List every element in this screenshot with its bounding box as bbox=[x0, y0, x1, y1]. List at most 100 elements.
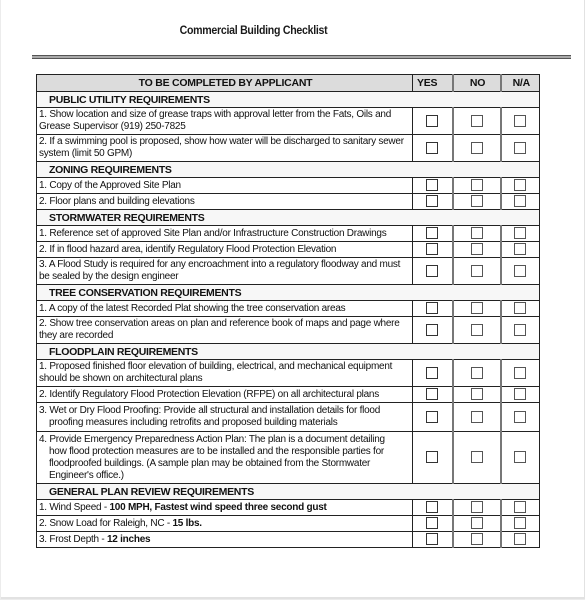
na-checkbox[interactable] bbox=[514, 323, 527, 336]
no-checkbox[interactable] bbox=[470, 517, 483, 530]
table-row: 2. Show tree conservation areas on plan … bbox=[36, 316, 540, 344]
item-description: 1. Show location and size of grease trap… bbox=[36, 107, 413, 135]
item-text-continued: proofing measures including retrofits an… bbox=[49, 417, 338, 428]
na-checkbox[interactable] bbox=[514, 114, 527, 127]
table-row: 4. Provide Emergency Preparedness Action… bbox=[36, 431, 540, 484]
no-checkbox[interactable] bbox=[470, 533, 483, 546]
item-description: 2. Floor plans and building elevations bbox=[36, 193, 413, 210]
header-yes: YES bbox=[412, 74, 453, 92]
section-title: PUBLIC UTILITY REQUIREMENTS bbox=[36, 91, 540, 108]
no-checkbox[interactable] bbox=[470, 451, 483, 464]
section-header-general-plan-review: GENERAL PLAN REVIEW REQUIREMENTS bbox=[36, 483, 540, 500]
yes-checkbox[interactable] bbox=[426, 410, 439, 423]
yes-checkbox[interactable] bbox=[426, 501, 439, 514]
section-header-floodplain: FLOODPLAIN REQUIREMENTS bbox=[36, 343, 540, 360]
item-description: 1. Wind Speed - 100 MPH, Fastest wind sp… bbox=[36, 499, 413, 516]
no-checkbox[interactable] bbox=[470, 243, 483, 256]
table-row: 2. Snow Load for Raleigh, NC - 15 lbs. bbox=[36, 515, 540, 532]
yes-checkbox[interactable] bbox=[426, 264, 439, 277]
yes-checkbox[interactable] bbox=[426, 323, 439, 336]
table-row: 2. Identify Regulatory Flood Protection … bbox=[36, 386, 540, 403]
section-title: ZONING REQUIREMENTS bbox=[36, 161, 540, 178]
checklist-table: TO BE COMPLETED BY APPLICANT YES NO N/A … bbox=[36, 74, 540, 548]
na-checkbox[interactable] bbox=[514, 410, 527, 423]
item-description: 2. Snow Load for Raleigh, NC - 15 lbs. bbox=[36, 515, 413, 532]
no-checkbox[interactable] bbox=[470, 179, 483, 192]
na-checkbox[interactable] bbox=[514, 264, 527, 277]
table-row: 1. Copy of the Approved Site Plan bbox=[36, 177, 540, 194]
table-row: 1. Proposed finished floor elevation of … bbox=[36, 359, 540, 387]
table-row: 3. Frost Depth - 12 inches bbox=[36, 531, 540, 548]
table-row: 3. A Flood Study is required for any enc… bbox=[36, 257, 540, 285]
section-title: TREE CONSERVATION REQUIREMENTS bbox=[36, 284, 540, 301]
no-checkbox[interactable] bbox=[470, 114, 483, 127]
yes-checkbox[interactable] bbox=[426, 366, 439, 379]
na-checkbox[interactable] bbox=[514, 302, 527, 315]
table-row: 2. If in flood hazard area, identify Reg… bbox=[36, 241, 540, 258]
section-header-tree-conservation: TREE CONSERVATION REQUIREMENTS bbox=[36, 284, 540, 301]
na-checkbox[interactable] bbox=[514, 533, 527, 546]
yes-checkbox[interactable] bbox=[426, 517, 439, 530]
no-checkbox[interactable] bbox=[470, 141, 483, 154]
item-label: 2. Snow Load for Raleigh, NC - bbox=[39, 517, 173, 529]
table-row: 3. Wet or Dry Flood Proofing: Provide al… bbox=[36, 402, 540, 432]
section-title: FLOODPLAIN REQUIREMENTS bbox=[36, 343, 540, 360]
yes-checkbox[interactable] bbox=[426, 227, 439, 240]
yes-checkbox[interactable] bbox=[426, 141, 439, 154]
na-checkbox[interactable] bbox=[514, 517, 527, 530]
item-description: 1. Reference set of approved Site Plan a… bbox=[36, 225, 413, 242]
section-title: GENERAL PLAN REVIEW REQUIREMENTS bbox=[36, 483, 540, 500]
yes-checkbox[interactable] bbox=[426, 533, 439, 546]
na-checkbox[interactable] bbox=[514, 227, 527, 240]
item-description: 1. Proposed finished floor elevation of … bbox=[36, 359, 413, 387]
yes-checkbox[interactable] bbox=[426, 179, 439, 192]
item-value: 12 inches bbox=[107, 533, 151, 545]
table-row: 1. Wind Speed - 100 MPH, Fastest wind sp… bbox=[36, 499, 540, 516]
yes-checkbox[interactable] bbox=[426, 195, 439, 208]
no-checkbox[interactable] bbox=[470, 302, 483, 315]
table-row: 1. Show location and size of grease trap… bbox=[36, 107, 540, 135]
section-header-zoning: ZONING REQUIREMENTS bbox=[36, 161, 540, 178]
item-description: 4. Provide Emergency Preparedness Action… bbox=[36, 431, 413, 484]
item-description: 2. Identify Regulatory Flood Protection … bbox=[36, 386, 413, 403]
na-checkbox[interactable] bbox=[514, 366, 527, 379]
header-na: N/A bbox=[499, 74, 540, 92]
table-row: 2. If a swimming pool is proposed, show … bbox=[36, 134, 540, 162]
table-row: 1. Reference set of approved Site Plan a… bbox=[36, 225, 540, 242]
item-description: 3. Wet or Dry Flood Proofing: Provide al… bbox=[36, 402, 413, 432]
item-text-first-line: 3. Wet or Dry Flood Proofing: Provide al… bbox=[39, 405, 381, 416]
no-checkbox[interactable] bbox=[470, 323, 483, 336]
title-divider bbox=[32, 55, 571, 59]
yes-checkbox[interactable] bbox=[426, 243, 439, 256]
item-description: 1. A copy of the latest Recorded Plat sh… bbox=[36, 300, 413, 317]
item-label: 3. Frost Depth - bbox=[39, 533, 107, 545]
item-description: 3. A Flood Study is required for any enc… bbox=[36, 257, 413, 285]
item-label: 1. Wind Speed - bbox=[39, 501, 110, 513]
na-checkbox[interactable] bbox=[514, 501, 527, 514]
yes-checkbox[interactable] bbox=[426, 451, 439, 464]
no-checkbox[interactable] bbox=[470, 195, 483, 208]
no-checkbox[interactable] bbox=[470, 388, 483, 401]
na-checkbox[interactable] bbox=[514, 195, 527, 208]
na-checkbox[interactable] bbox=[514, 243, 527, 256]
na-checkbox[interactable] bbox=[514, 388, 527, 401]
na-checkbox[interactable] bbox=[514, 141, 527, 154]
item-description: 1. Copy of the Approved Site Plan bbox=[36, 177, 413, 194]
no-checkbox[interactable] bbox=[470, 264, 483, 277]
yes-checkbox[interactable] bbox=[426, 114, 439, 127]
no-checkbox[interactable] bbox=[470, 501, 483, 514]
item-description: 2. If in flood hazard area, identify Reg… bbox=[36, 241, 413, 258]
item-text-continued: how flood protection measures are to be … bbox=[49, 445, 384, 481]
na-checkbox[interactable] bbox=[514, 451, 527, 464]
table-header-row: TO BE COMPLETED BY APPLICANT YES NO N/A bbox=[36, 74, 540, 92]
header-no: NO bbox=[451, 74, 501, 92]
yes-checkbox[interactable] bbox=[426, 388, 439, 401]
item-value: 15 lbs. bbox=[172, 517, 202, 529]
item-description: 2. If a swimming pool is proposed, show … bbox=[36, 134, 413, 162]
no-checkbox[interactable] bbox=[470, 227, 483, 240]
no-checkbox[interactable] bbox=[470, 410, 483, 423]
yes-checkbox[interactable] bbox=[426, 302, 439, 315]
table-row: 2. Floor plans and building elevations bbox=[36, 193, 540, 210]
na-checkbox[interactable] bbox=[514, 179, 527, 192]
no-checkbox[interactable] bbox=[470, 366, 483, 379]
